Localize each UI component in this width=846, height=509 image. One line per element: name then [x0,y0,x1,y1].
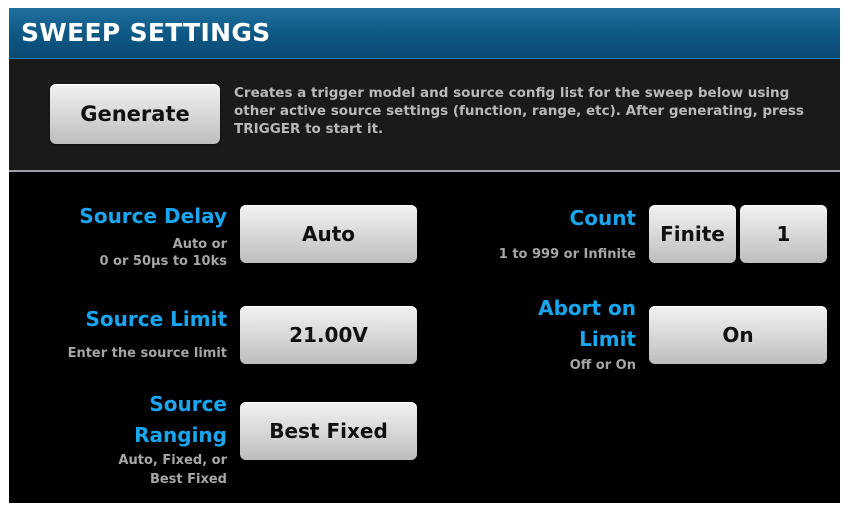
source-delay-label: Source Delay [79,204,227,228]
source-delay-hint-line-1: Auto or [172,237,227,252]
title-bar: SWEEP SETTINGS [9,8,840,59]
source-ranging-label-line-1: Source [149,392,227,416]
source-ranging-label-line-2: Ranging [134,423,227,447]
source-delay-hint-line-2: 0 or 50µs to 10ks [99,254,227,269]
source-limit-label: Source Limit [85,307,227,331]
source-ranging-hint-line-1: Auto, Fixed, or [118,453,227,468]
count-value-button[interactable]: 1 [740,205,827,263]
abort-on-limit-label-line-2: Limit [579,327,636,351]
source-delay-button[interactable]: Auto [240,205,417,263]
source-limit-button[interactable]: 21.00V [240,306,417,364]
generate-description: Creates a trigger model and source confi… [234,85,804,137]
count-mode-button[interactable]: Finite [649,205,736,263]
abort-on-limit-button[interactable]: On [649,306,827,364]
source-ranging-button[interactable]: Best Fixed [240,402,417,460]
page-title: SWEEP SETTINGS [21,18,271,47]
count-label: Count [569,206,636,230]
abort-on-limit-hint: Off or On [569,358,636,373]
abort-on-limit-label-line-1: Abort on [538,296,636,320]
count-hint: 1 to 999 or Infinite [498,247,636,262]
sweep-settings-screen: SWEEP SETTINGS Generate Creates a trigge… [9,8,840,503]
source-ranging-hint-line-2: Best Fixed [149,472,227,487]
divider [9,170,840,172]
source-limit-hint: Enter the source limit [67,346,227,361]
generate-button[interactable]: Generate [50,84,220,144]
